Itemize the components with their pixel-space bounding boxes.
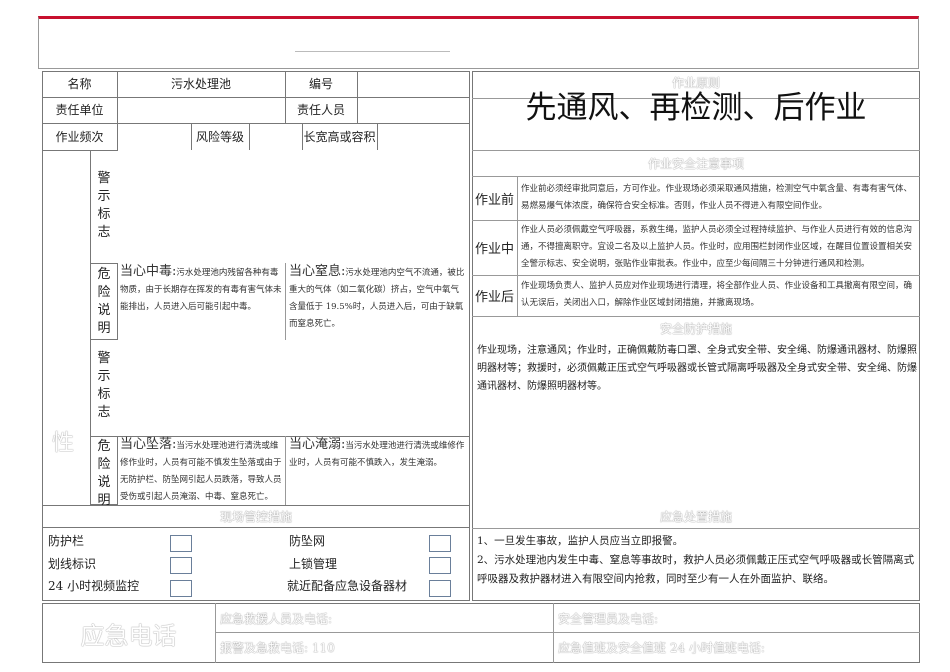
warning-sign-label-1: 警示标志 bbox=[97, 171, 111, 240]
emergency-list: 1、一旦发生事故，监护人员应当立即报警。 2、污水处理池内发生中毒、窒息等事故时… bbox=[477, 532, 917, 589]
protection-text: 作业现场，注意通风；作业时，正确佩戴防毒口罩、全身式安全带、安全绳、防爆通讯器材… bbox=[477, 345, 917, 392]
danger-desc-box-1: 危险说明 bbox=[90, 263, 118, 340]
hazard-title: 当心窒息: bbox=[289, 264, 346, 279]
control-fall-net: 防坠网 bbox=[289, 534, 326, 548]
risk-label: 风险等级 bbox=[195, 129, 244, 144]
stage-during-label: 作业中 bbox=[474, 242, 514, 257]
duty-phone-label: 应急值班及安全值班 24 小时值班电话: bbox=[558, 641, 765, 655]
stage-before-label: 作业前 bbox=[474, 192, 514, 208]
protection-header: 安全防护措施 bbox=[659, 321, 732, 336]
emergency-item: 2、污水处理池内发生中毒、窒息等事故时，救护人员必须佩戴正压式空气呼吸器或长管隔… bbox=[477, 554, 915, 585]
control-emergency-equipment: 就近配备应急设备器材 bbox=[287, 579, 408, 593]
emergency-item: 1、一旦发生事故，监护人员应当立即报警。 bbox=[477, 535, 684, 547]
side-char: 性 bbox=[52, 431, 75, 456]
control-guardrail: 防护栏 bbox=[48, 534, 85, 548]
hazard-title: 当心坠落: bbox=[120, 437, 177, 452]
header-box bbox=[38, 16, 919, 69]
danger-desc-label: 危险说明 bbox=[97, 439, 111, 508]
checkbox-emergency-equipment[interactable] bbox=[429, 580, 451, 597]
hazard-title: 当心淹溺: bbox=[289, 437, 346, 452]
name-label: 名称 bbox=[67, 77, 92, 91]
danger-desc-label: 危险说明 bbox=[97, 267, 111, 336]
checkbox-line-marking[interactable] bbox=[170, 557, 192, 574]
person-label: 责任人员 bbox=[296, 103, 345, 117]
control-lock: 上锁管理 bbox=[289, 557, 338, 571]
control-line-marking: 划线标识 bbox=[48, 557, 97, 571]
hazard-poisoning: 当心中毒:污水处理池内残留各种有毒物质，由于长期存在挥发的有毒有害气体未能排出，… bbox=[120, 263, 283, 316]
checkbox-lock[interactable] bbox=[429, 557, 451, 574]
danger-desc-box-2: 危险说明 bbox=[90, 436, 118, 508]
freq-label: 作业频次 bbox=[55, 129, 104, 144]
unit-label: 责任单位 bbox=[55, 103, 104, 117]
stage-before-text: 作业前必须经审批同意后，方可作业。作业现场必须采取通风措施，检测空气中氧含量、有… bbox=[521, 184, 913, 211]
stage-during-text: 作业人员必须佩戴空气呼吸器，系救生绳，监护人员必须全过程持续监护、与作业人员进行… bbox=[521, 225, 913, 269]
header-divider bbox=[295, 51, 450, 52]
rescue-phone-label: 应急救援人员及电话: bbox=[220, 612, 333, 626]
name-value: 污水处理池 bbox=[170, 77, 231, 91]
stage-after-text: 作业现场负责人、监护人员应对作业现场进行清理，将全部作业人员、作业设备和工具撤离… bbox=[521, 281, 913, 308]
checkbox-guardrail[interactable] bbox=[170, 535, 192, 552]
phones-title: 应急电话 bbox=[80, 621, 177, 650]
emergency-header: 应急处置措施 bbox=[659, 509, 732, 524]
hazard-suffocation: 当心窒息:污水处理池内空气不流通，被比重大的气体（如二氧化碳）挤占，空气中氧气含… bbox=[289, 263, 467, 333]
control-video: 24 小时视频监控 bbox=[48, 579, 140, 593]
size-label: 长宽高或容积 bbox=[303, 129, 376, 144]
safety-notice-page: 名称 污水处理池 编号 责任单位 责任人员 作业频次 风险等级 长宽高或容积 性… bbox=[0, 0, 950, 672]
number-label: 编号 bbox=[308, 77, 333, 91]
checkbox-fall-net[interactable] bbox=[429, 535, 451, 552]
checkbox-video[interactable] bbox=[170, 580, 192, 597]
controls-header: 现场管控措施 bbox=[219, 509, 292, 524]
stage-after-label: 作业后 bbox=[474, 290, 514, 305]
alarm-phone-label: 报警及急救电话: 110 bbox=[220, 641, 335, 655]
safety-manager-phone-label: 安全管理员及电话: bbox=[558, 612, 659, 626]
principle-title: 先通风、再检测、后作业 bbox=[525, 89, 867, 126]
hazard-title: 当心中毒: bbox=[120, 264, 177, 279]
hazard-drowning: 当心淹溺:当污水处理池进行清洗或维修作业时，人员有可能不慎跌入，发生淹溺。 bbox=[289, 436, 467, 472]
warning-sign-label-2: 警示标志 bbox=[97, 351, 111, 420]
hazard-fall: 当心坠落:当污水处理池进行清洗或维修作业时，人员有可能不慎发生坠落或由于无防护栏… bbox=[120, 436, 283, 506]
safety-header: 作业安全注意事项 bbox=[647, 156, 744, 171]
